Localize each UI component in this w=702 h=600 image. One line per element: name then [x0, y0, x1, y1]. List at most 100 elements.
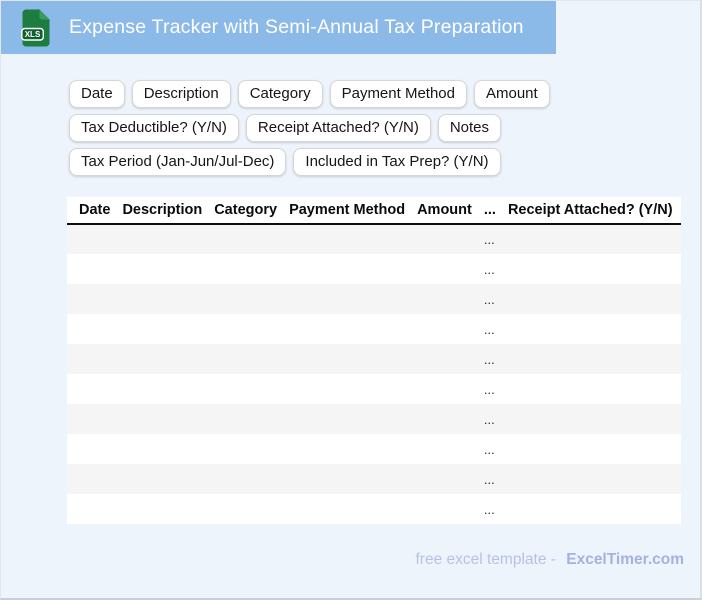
footer-note: free excel template -	[415, 551, 556, 568]
table-cell	[116, 434, 208, 464]
chip-category[interactable]: Category	[237, 80, 323, 108]
preview-table-card: Date Description Category Payment Method…	[67, 197, 681, 524]
table-header: Date Description Category Payment Method…	[67, 197, 681, 225]
table-cell	[283, 254, 411, 284]
col-header-category: Category	[208, 197, 284, 225]
table-cell	[116, 314, 208, 344]
table-cell: ...	[483, 232, 495, 247]
preview-table: Date Description Category Payment Method…	[67, 197, 681, 524]
table-cell	[502, 374, 681, 404]
table-cell	[283, 314, 411, 344]
chip-included-in-tax-prep[interactable]: Included in Tax Prep? (Y/N)	[293, 148, 501, 176]
table-row: ...	[67, 434, 681, 464]
table-cell	[208, 314, 283, 344]
table-cell	[411, 494, 478, 524]
table-header-row: Date Description Category Payment Method…	[67, 197, 681, 225]
table-cell	[502, 254, 681, 284]
table-cell	[411, 464, 478, 494]
col-header-payment-method: Payment Method	[283, 197, 412, 225]
table-cell	[411, 374, 478, 404]
col-header-ellipsis: ...	[477, 197, 502, 225]
table-row: ...	[67, 254, 681, 284]
table-cell: ...	[483, 471, 495, 487]
table-cell	[411, 434, 478, 464]
table-cell	[67, 494, 116, 524]
xls-badge-text: XLS	[25, 30, 41, 39]
table-cell	[208, 224, 283, 254]
table-cell	[208, 374, 283, 404]
chip-tax-period[interactable]: Tax Period (Jan-Jun/Jul-Dec)	[69, 148, 287, 176]
footer-brand-link[interactable]: ExcelTimer.com	[566, 551, 684, 568]
table-cell	[502, 284, 681, 314]
table-cell	[67, 374, 116, 404]
chip-date[interactable]: Date	[69, 80, 125, 108]
table-cell	[411, 314, 478, 344]
table-row: ...	[67, 374, 681, 404]
table-cell	[502, 404, 681, 434]
column-chip-list: Date Description Category Payment Method…	[69, 80, 700, 176]
table-cell	[283, 404, 411, 434]
table-cell	[283, 434, 411, 464]
table-cell	[283, 464, 411, 494]
table-cell	[116, 404, 208, 434]
table-cell	[116, 494, 208, 524]
table-cell	[411, 254, 478, 284]
table-cell	[502, 464, 681, 494]
table-cell: ...	[483, 261, 495, 277]
table-cell	[502, 434, 681, 464]
footer: free excel template - ExcelTimer.com	[415, 551, 684, 569]
col-header-date: Date	[67, 197, 117, 225]
col-header-receipt-attached: Receipt Attached? (Y/N)	[501, 197, 681, 225]
table-cell	[67, 464, 116, 494]
table-cell	[283, 344, 411, 374]
table-cell	[116, 464, 208, 494]
table-cell	[116, 284, 208, 314]
table-row: ...	[67, 344, 681, 374]
table-cell	[116, 224, 208, 254]
table-cell	[502, 494, 681, 524]
table-row: ...	[67, 284, 681, 314]
table-cell	[283, 224, 411, 254]
table-cell	[67, 344, 116, 374]
chip-tax-deductible[interactable]: Tax Deductible? (Y/N)	[69, 114, 239, 142]
table-cell: ...	[483, 441, 495, 457]
table-cell	[411, 404, 478, 434]
chip-receipt-attached[interactable]: Receipt Attached? (Y/N)	[245, 114, 431, 142]
table-cell	[502, 344, 681, 374]
table-row: ...	[67, 224, 681, 254]
table-cell	[67, 224, 116, 254]
chip-notes[interactable]: Notes	[437, 114, 502, 142]
table-cell: ...	[483, 501, 495, 517]
table-cell	[116, 254, 208, 284]
table-row: ...	[67, 464, 681, 494]
table-cell	[411, 284, 478, 314]
table-cell	[208, 344, 283, 374]
xls-file-icon: XLS	[21, 9, 50, 46]
chip-amount[interactable]: Amount	[474, 80, 550, 108]
col-header-description: Description	[116, 197, 209, 225]
table-cell	[116, 374, 208, 404]
table-cell	[283, 374, 411, 404]
table-cell	[208, 404, 283, 434]
table-cell	[208, 464, 283, 494]
table-cell	[208, 284, 283, 314]
page-title: Expense Tracker with Semi-Annual Tax Pre…	[69, 16, 524, 38]
table-cell: ...	[483, 291, 495, 307]
table-cell	[208, 254, 283, 284]
table-cell	[411, 344, 478, 374]
table-cell	[283, 494, 411, 524]
chip-payment-method[interactable]: Payment Method	[329, 80, 467, 108]
col-header-amount: Amount	[411, 197, 478, 225]
table-row: ...	[67, 404, 681, 434]
table-cell	[67, 434, 116, 464]
table-row: ...	[67, 314, 681, 344]
chip-description[interactable]: Description	[131, 80, 231, 108]
table-cell	[67, 254, 116, 284]
table-cell	[502, 314, 681, 344]
table-row: ...	[67, 494, 681, 524]
table-cell	[283, 284, 411, 314]
page: XLS Expense Tracker with Semi-Annual Tax…	[0, 0, 702, 600]
table-cell: ...	[483, 321, 495, 337]
table-cell	[411, 224, 478, 254]
table-cell	[208, 494, 283, 524]
